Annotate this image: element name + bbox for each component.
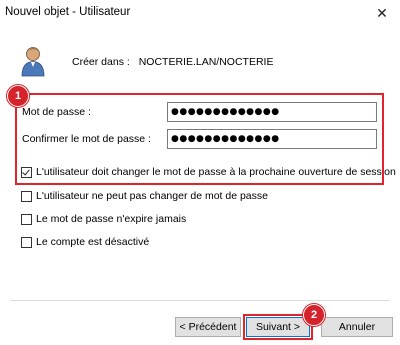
option-label: L'utilisateur doit changer le mot de pas…	[36, 166, 396, 178]
confirm-password-input[interactable]: ●●●●●●●●●●●●●	[167, 129, 377, 149]
checkbox-icon[interactable]	[21, 236, 32, 248]
close-icon[interactable]: ✕	[371, 2, 393, 24]
option-account-disabled[interactable]: Le compte est désactivé	[21, 236, 149, 248]
step-badge-2: 2	[303, 304, 325, 326]
password-input[interactable]: ●●●●●●●●●●●●●	[167, 102, 377, 122]
user-icon	[21, 47, 45, 77]
previous-button[interactable]: < Précédent	[175, 317, 241, 337]
create-in-label: Créer dans :	[72, 56, 130, 68]
step-badge-1: 1	[7, 85, 29, 107]
option-cannot-change-password[interactable]: L'utilisateur ne peut pas changer de mot…	[21, 190, 268, 202]
next-button[interactable]: Suivant >	[246, 317, 310, 337]
cancel-button[interactable]: Annuler	[321, 317, 393, 337]
window-title: Nouvel objet - Utilisateur	[5, 6, 131, 18]
password-label: Mot de passe :	[22, 106, 91, 118]
checkbox-checked-icon[interactable]	[21, 166, 32, 178]
create-in-row: Créer dans : NOCTERIE.LAN/NOCTERIE	[72, 56, 273, 68]
confirm-password-label: Confirmer le mot de passe :	[22, 133, 151, 145]
option-label: Le compte est désactivé	[36, 236, 150, 248]
checkbox-icon[interactable]	[21, 190, 32, 202]
checkbox-icon[interactable]	[21, 213, 32, 225]
option-password-never-expires[interactable]: Le mot de passe n'expire jamais	[21, 213, 186, 225]
separator-line	[10, 300, 390, 301]
option-must-change-password[interactable]: L'utilisateur doit changer le mot de pas…	[21, 166, 396, 178]
option-label: Le mot de passe n'expire jamais	[36, 213, 187, 225]
dialog-window: Nouvel objet - Utilisateur ✕ Créer dans …	[0, 0, 400, 345]
option-label: L'utilisateur ne peut pas changer de mot…	[36, 190, 268, 202]
create-in-path: NOCTERIE.LAN/NOCTERIE	[138, 56, 274, 68]
